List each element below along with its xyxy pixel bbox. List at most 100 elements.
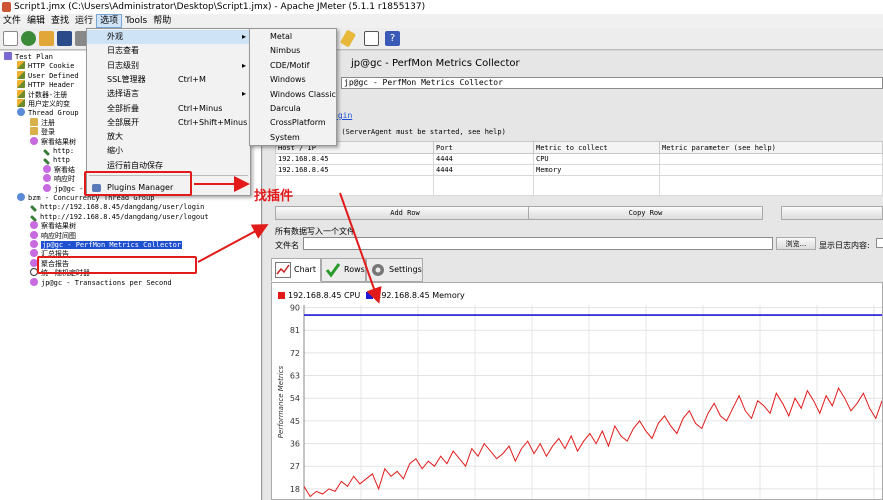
table-row[interactable]: 192.168.8.45 4444 CPU <box>275 153 883 165</box>
laf-option[interactable]: Darcula <box>250 102 336 116</box>
name-field[interactable]: jp@gc - PerfMon Metrics Collector <box>341 77 883 89</box>
broom-icon <box>17 99 25 107</box>
options-menu-item-2[interactable]: 日志级别 ▸ <box>87 59 250 73</box>
options-menu-item-label: SSL管理器 <box>107 74 146 84</box>
laf-option[interactable]: Windows Classic <box>250 88 336 102</box>
save-icon[interactable] <box>57 31 72 46</box>
cell-metric[interactable]: CPU <box>533 153 660 165</box>
table-row[interactable]: 192.168.8.45 4444 Memory <box>275 164 883 176</box>
tree-node-label: User Defined <box>28 71 79 80</box>
filename-input[interactable] <box>303 237 773 250</box>
options-menu-item-6[interactable]: 全部展开 Ctrl+Shift+Minus <box>87 116 250 130</box>
menu-search[interactable]: 查找 <box>48 14 72 28</box>
add-row-button[interactable]: Add Row <box>275 206 535 220</box>
y-tick-label: 81 <box>290 326 300 335</box>
open-icon[interactable] <box>39 31 54 46</box>
jmeter-app-icon <box>2 2 11 12</box>
laf-option[interactable]: System <box>250 131 336 145</box>
listener-icon <box>43 174 51 183</box>
y-tick-label: 63 <box>290 372 300 381</box>
templates-icon[interactable] <box>21 31 36 46</box>
broom-icon <box>17 80 25 89</box>
options-menu-item-1[interactable]: 日志查看 <box>87 44 250 58</box>
cell-metric[interactable]: Memory <box>533 164 660 176</box>
menu-help[interactable]: 帮助 <box>150 14 174 28</box>
tree-node-label: 登录 <box>41 128 55 137</box>
tree-node[interactable]: jp@gc - Transactions per Second <box>30 277 172 288</box>
y-tick-label: 90 <box>290 304 300 313</box>
cell-host[interactable]: 192.168.8.45 <box>275 164 434 176</box>
options-menu-item-0[interactable]: 外观 ▸ <box>87 30 250 44</box>
options-menu-item-shortcut: Ctrl+Shift+Minus <box>178 117 248 127</box>
laf-option[interactable]: Windows <box>250 73 336 87</box>
delete-row-button[interactable] <box>781 206 883 220</box>
menu-edit[interactable]: 编辑 <box>24 14 48 28</box>
options-menu-item-4[interactable]: 选择语言 ▸ <box>87 87 250 101</box>
tree-node-label: http://192.168.8.45/dangdang/user/login <box>40 203 205 212</box>
options-menu-item-5[interactable]: 全部折叠 Ctrl+Minus <box>87 102 250 116</box>
tab-settings-label: Settings <box>389 265 422 274</box>
menu-tools[interactable]: Tools <box>122 14 150 28</box>
gear-icon <box>372 264 384 276</box>
listener-icon <box>30 277 38 286</box>
laf-option[interactable]: Nimbus <box>250 44 336 58</box>
cell-port[interactable]: 4444 <box>433 164 534 176</box>
menu-run[interactable]: 运行 <box>72 14 96 28</box>
laf-option[interactable]: CrossPlatform <box>250 116 336 130</box>
tree-node-label: jp@gc - PerfMon Metrics Collector <box>41 241 183 249</box>
tab-settings[interactable]: Settings <box>366 258 423 282</box>
submenu-arrow-icon: ▸ <box>241 89 246 99</box>
cell-param[interactable] <box>659 164 883 176</box>
broom-icon <box>17 61 25 70</box>
write-all-label: 所有数据写入一个文件 <box>275 227 355 236</box>
cell-param[interactable] <box>659 153 883 165</box>
cell-host[interactable]: 192.168.8.45 <box>275 153 434 165</box>
tab-rows[interactable]: Rows <box>321 258 366 282</box>
thread-icon <box>17 108 25 117</box>
log-display-checkbox[interactable] <box>876 238 883 248</box>
help-icon[interactable]: ? <box>385 31 400 46</box>
laf-option[interactable]: CDE/Motif <box>250 59 336 73</box>
broom-icon <box>17 89 25 98</box>
chart-area: 192.168.8.45 CPU 192.168.8.45 Memory 90 8… <box>271 282 883 500</box>
folder-icon <box>30 127 38 136</box>
broom-icon <box>17 70 25 79</box>
cell-port[interactable]: 4444 <box>433 153 534 165</box>
menu-file[interactable]: 文件 <box>0 14 24 28</box>
window-titlebar: Script1.jmx (C:\Users\Administrator\Desk… <box>0 0 883 14</box>
copy-row-button[interactable]: Copy Row <box>528 206 763 220</box>
annotation-box-perfmon-node <box>37 256 197 274</box>
new-icon[interactable] <box>3 31 18 46</box>
options-menu-item-3[interactable]: SSL管理器 Ctrl+M <box>87 73 250 87</box>
options-menu-item-label: 全部展开 <box>107 117 139 127</box>
chart-plot[interactable]: 90 81 72 63 54 45 36 27 18 Performance Metrics <box>272 283 882 499</box>
check-icon <box>325 263 341 278</box>
options-menu-item-8[interactable]: 缩小 <box>87 144 250 158</box>
submenu-arrow-icon: ▸ <box>241 60 246 70</box>
menu-options[interactable]: 选项 <box>96 14 123 28</box>
tree-node-label: 注册 <box>41 118 55 127</box>
tree-node-label: 察看结果树 <box>41 137 76 146</box>
listener-icon <box>43 164 51 173</box>
options-menu-item-shortcut: Ctrl+M <box>178 74 206 84</box>
tab-chart[interactable]: Chart <box>271 258 321 282</box>
col-param[interactable]: Metric parameter (see help) <box>659 141 883 154</box>
options-menu-item-label: 缩小 <box>107 146 123 156</box>
tree-node-label: Test Plan <box>15 53 53 61</box>
col-metric[interactable]: Metric to collect <box>533 141 660 154</box>
panel-title: jp@gc - PerfMon Metrics Collector <box>351 58 520 69</box>
folder-icon <box>30 117 38 126</box>
tree-node-label: 用户定义的变 <box>28 100 70 108</box>
clear-all-icon[interactable] <box>339 29 357 48</box>
options-menu-item-shortcut: Ctrl+Minus <box>178 103 223 113</box>
window-title: Script1.jmx (C:\Users\Administrator\Desk… <box>14 2 426 12</box>
options-menu-item-label: 日志级别 <box>107 60 139 70</box>
function-helper-icon[interactable] <box>364 31 379 46</box>
browse-button[interactable]: 浏览... <box>776 237 816 250</box>
listener-icon <box>30 221 38 230</box>
options-menu-item-7[interactable]: 放大 <box>87 130 250 144</box>
panel-title-text: jp@gc - PerfMon Metrics Collector <box>351 58 520 69</box>
laf-option[interactable]: Metal <box>250 30 336 44</box>
listener-icon <box>30 240 38 248</box>
col-port[interactable]: Port <box>433 141 534 154</box>
